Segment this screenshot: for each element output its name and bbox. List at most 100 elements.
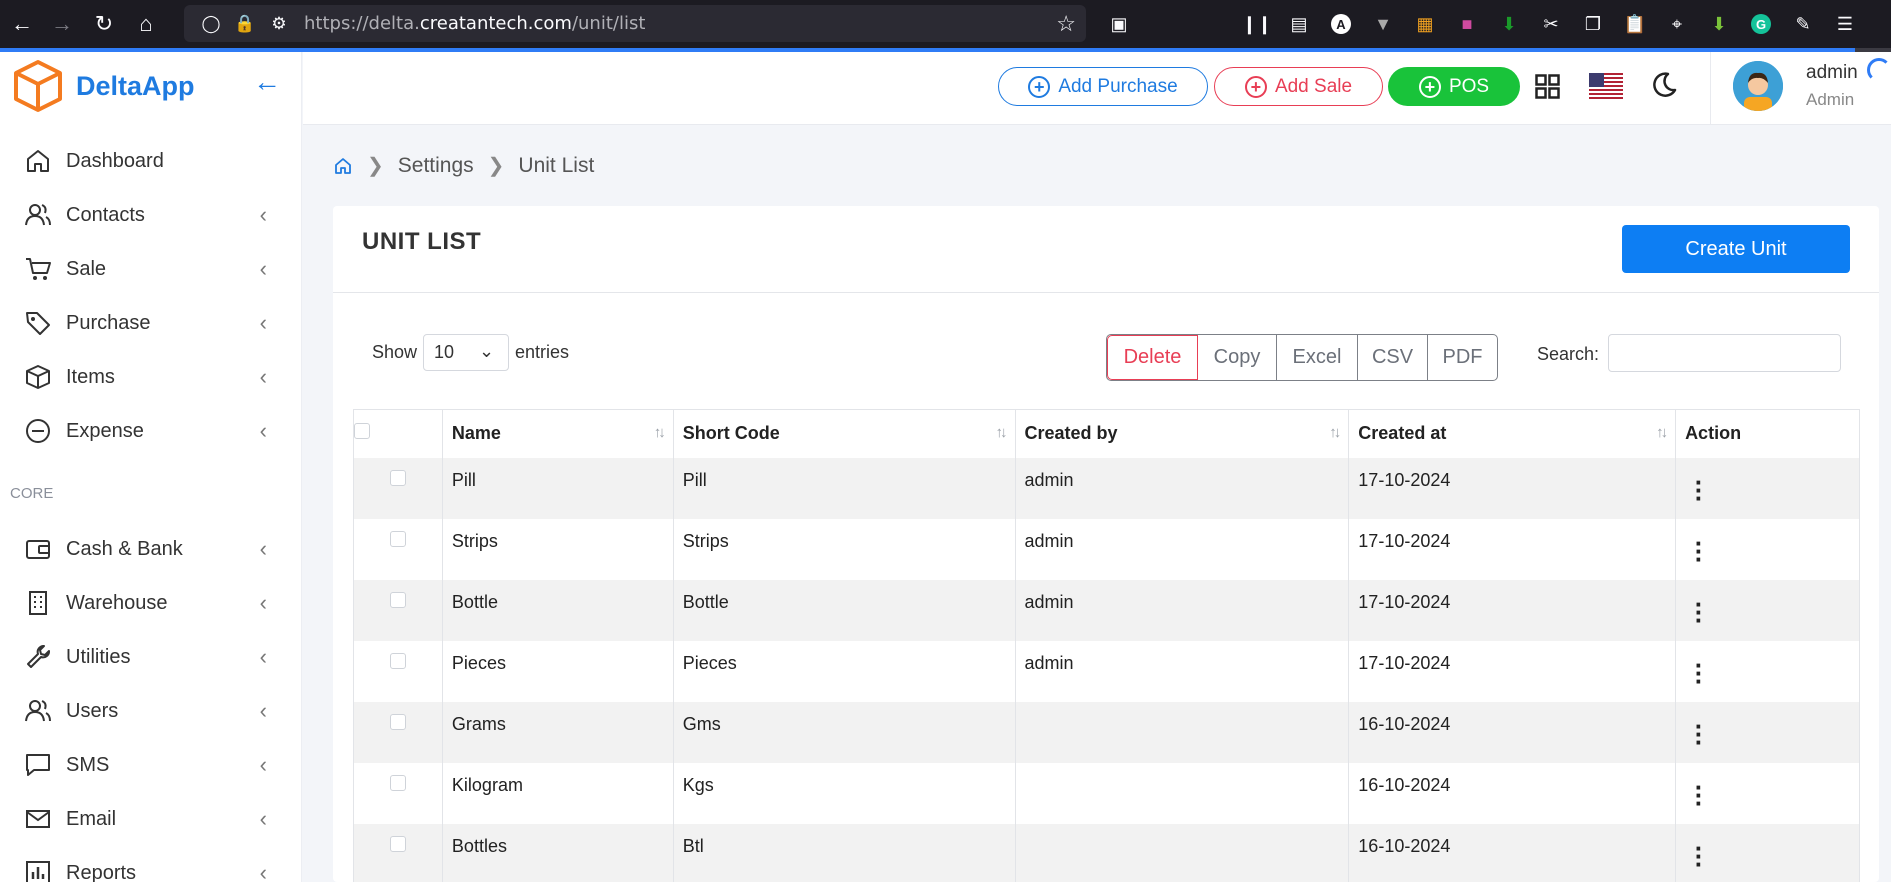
loading-spinner-icon: [1867, 58, 1891, 82]
extension-v-icon[interactable]: ▼: [1362, 0, 1404, 48]
row-checkbox[interactable]: [389, 713, 406, 730]
extension-grid-icon[interactable]: ▦: [1404, 0, 1446, 48]
reload-icon[interactable]: ↻: [82, 0, 126, 48]
row-checkbox[interactable]: [389, 469, 406, 486]
copy-button[interactable]: Copy: [1198, 335, 1277, 380]
library-icon[interactable]: ❙❙: [1236, 0, 1278, 48]
create-unit-button[interactable]: Create Unit: [1622, 225, 1850, 273]
action-menu-icon[interactable]: · · ·: [1689, 530, 1709, 572]
sidebar-item-contacts[interactable]: Contacts ‹: [0, 188, 301, 242]
column-header-created-at[interactable]: Created at ↑↓: [1348, 409, 1677, 458]
sidebar: DeltaApp ← Dashboard Contacts ‹ Sale ‹ Purcha…: [0, 52, 302, 882]
action-menu-icon[interactable]: · · ·: [1689, 774, 1709, 816]
sidebar-item-purchase[interactable]: Purchase ‹: [0, 296, 301, 350]
reader-icon[interactable]: ▤: [1278, 0, 1320, 48]
extension-scissors-icon[interactable]: ✂: [1530, 0, 1572, 48]
extension-crop-icon[interactable]: ⌖: [1656, 0, 1698, 48]
us-flag-icon[interactable]: [1589, 73, 1623, 99]
action-menu-icon[interactable]: · · ·: [1689, 652, 1709, 694]
row-select-cell: [353, 518, 443, 580]
search-input[interactable]: [1608, 334, 1841, 372]
cell-created-at: 17-10-2024: [1348, 518, 1677, 580]
user-name: admin: [1806, 62, 1858, 83]
back-icon[interactable]: ←: [0, 0, 44, 48]
sidebar-item-label: SMS: [66, 753, 110, 776]
column-created-at-label: Created at: [1358, 423, 1447, 444]
avatar[interactable]: [1733, 61, 1783, 111]
bookmark-star-icon[interactable]: ☆: [1056, 11, 1076, 37]
breadcrumb-home-icon[interactable]: [333, 156, 353, 176]
sidebar-item-warehouse[interactable]: Warehouse ‹: [0, 576, 301, 630]
row-checkbox[interactable]: [389, 835, 406, 852]
brand-name: DeltaApp: [76, 70, 195, 101]
sidebar-item-email[interactable]: Email ‹: [0, 792, 301, 846]
sidebar-item-expense[interactable]: Expense ‹: [0, 404, 301, 458]
csv-button[interactable]: CSV: [1358, 335, 1428, 380]
row-checkbox[interactable]: [389, 652, 406, 669]
extension-a-icon[interactable]: A: [1320, 0, 1362, 48]
action-menu-icon[interactable]: · · ·: [1689, 713, 1709, 755]
column-header-name[interactable]: Name ↑↓: [442, 409, 674, 458]
column-header-created-by[interactable]: Created by ↑↓: [1015, 409, 1350, 458]
extension-download-green-icon[interactable]: ⬇: [1698, 0, 1740, 48]
add-purchase-button[interactable]: + Add Purchase: [998, 67, 1208, 106]
select-all-checkbox[interactable]: [354, 423, 370, 440]
sidebar-item-users[interactable]: Users ‹: [0, 684, 301, 738]
url-text[interactable]: https://delta.creatantech.com/unit/list: [304, 13, 645, 34]
extension-color-icon[interactable]: ■: [1446, 0, 1488, 48]
user-menu[interactable]: admin Admin: [1710, 52, 1891, 125]
search-label: Search:: [1537, 344, 1600, 364]
pos-button[interactable]: + POS: [1388, 67, 1520, 106]
extension-download-icon[interactable]: ⬇: [1488, 0, 1530, 48]
tracking-shield-icon[interactable]: ◯: [194, 14, 228, 34]
action-menu-icon[interactable]: · · ·: [1689, 835, 1709, 877]
action-menu-icon[interactable]: · · ·: [1689, 469, 1709, 511]
browser-menu-icon[interactable]: ☰: [1824, 0, 1866, 48]
column-header-short-code[interactable]: Short Code ↑↓: [673, 409, 1016, 458]
pocket-icon[interactable]: ▣: [1098, 0, 1140, 48]
sidebar-item-sale[interactable]: Sale ‹: [0, 242, 301, 296]
apps-grid-icon[interactable]: [1535, 74, 1560, 99]
row-select-cell: [353, 640, 443, 702]
brand[interactable]: DeltaApp ←: [0, 52, 301, 120]
sort-icon: ↑↓: [653, 424, 666, 441]
extension-copy-icon[interactable]: ❐: [1572, 0, 1614, 48]
grammarly-icon[interactable]: G: [1740, 0, 1782, 48]
cart-icon: [24, 255, 52, 283]
cell-name: Bottles: [442, 823, 674, 882]
table-row: Pill Pill admin 17-10-2024 · · ·: [353, 457, 1860, 519]
cell-action: · · ·: [1675, 762, 1860, 824]
sidebar-item-cash-bank[interactable]: Cash & Bank ‹: [0, 522, 301, 576]
cell-created-by: [1015, 762, 1350, 824]
excel-button[interactable]: Excel: [1277, 335, 1358, 380]
pocket-area: ▣: [1098, 0, 1140, 48]
extensions-puzzle-icon[interactable]: ✎: [1782, 0, 1824, 48]
action-menu-icon[interactable]: · · ·: [1689, 591, 1709, 633]
sidebar-item-reports[interactable]: Reports ‹: [0, 846, 301, 882]
delete-button[interactable]: Delete: [1107, 335, 1198, 380]
sidebar-item-dashboard[interactable]: Dashboard: [0, 134, 301, 188]
table-row: Kilogram Kgs 16-10-2024 · · ·: [353, 762, 1860, 824]
row-checkbox[interactable]: [389, 774, 406, 791]
home-browser-icon[interactable]: ⌂: [124, 0, 168, 48]
minus-circle-icon: [24, 417, 52, 445]
sidebar-item-sms[interactable]: SMS ‹: [0, 738, 301, 792]
add-sale-button[interactable]: + Add Sale: [1214, 67, 1383, 106]
sidebar-collapse-icon[interactable]: ←: [253, 66, 281, 98]
pdf-button[interactable]: PDF: [1428, 335, 1497, 380]
dark-mode-moon-icon[interactable]: [1649, 70, 1679, 100]
breadcrumb-separator-icon: ❯: [367, 155, 384, 177]
lock-icon[interactable]: 🔒: [228, 14, 262, 34]
chevron-left-icon: ‹: [259, 310, 267, 335]
permissions-icon[interactable]: ⚙: [262, 14, 296, 34]
sidebar-item-items[interactable]: Items ‹: [0, 350, 301, 404]
forward-icon[interactable]: →: [40, 0, 84, 48]
row-checkbox[interactable]: [389, 591, 406, 608]
address-bar[interactable]: ◯ 🔒 ⚙ https://delta.creatantech.com/unit…: [184, 5, 1086, 42]
entries-select[interactable]: 10 ⌄: [423, 334, 510, 371]
cell-name: Strips: [442, 518, 674, 580]
breadcrumb-settings[interactable]: Settings: [398, 154, 474, 178]
sidebar-item-utilities[interactable]: Utilities ‹: [0, 630, 301, 684]
extension-clipboard-icon[interactable]: 📋: [1614, 0, 1656, 48]
row-checkbox[interactable]: [389, 530, 406, 547]
